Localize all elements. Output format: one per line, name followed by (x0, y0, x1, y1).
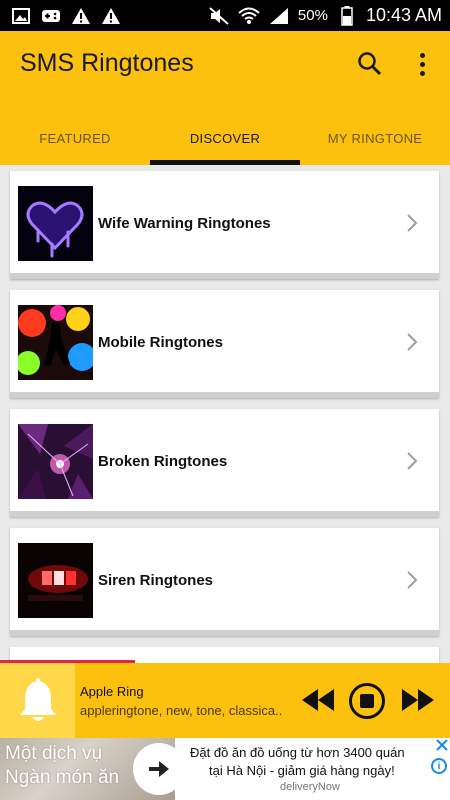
chevron-right-icon (407, 214, 418, 232)
category-thumbnail (18, 186, 93, 261)
previous-button[interactable] (300, 687, 336, 713)
battery-icon (336, 5, 358, 26)
category-card-broken[interactable]: Broken Ringtones (10, 409, 439, 517)
stop-button[interactable] (348, 682, 386, 720)
signal-icon (268, 6, 290, 26)
gamepad-icon (40, 6, 62, 26)
category-thumbnail (18, 305, 93, 380)
tab-discover[interactable]: DISCOVER (150, 111, 300, 165)
ad-open-button[interactable] (133, 743, 185, 795)
ad-advertiser: deliveryNow (280, 781, 340, 793)
more-vert-icon (419, 52, 425, 58)
warning-icon (100, 6, 122, 26)
chevron-right-icon (407, 452, 418, 470)
search-button[interactable] (355, 49, 385, 79)
now-playing-title: Apple Ring (80, 684, 144, 699)
category-label: Wife Warning Ringtones (98, 215, 271, 232)
battery-percent: 50% (297, 7, 328, 24)
category-list[interactable]: Wife Warning Ringtones Mobile Ringtones (0, 165, 450, 663)
search-icon (358, 52, 382, 76)
arrow-right-icon (149, 761, 169, 777)
app-title: SMS Ringtones (20, 49, 194, 77)
mute-icon (208, 6, 230, 26)
chevron-right-icon (407, 571, 418, 589)
bell-icon (19, 677, 56, 721)
category-label: Siren Ringtones (98, 572, 214, 589)
next-button[interactable] (400, 687, 436, 713)
clock: 10:43 AM (365, 5, 442, 25)
category-card-mobile[interactable]: Mobile Ringtones (10, 290, 439, 398)
warning-icon (70, 6, 92, 26)
stop-icon (360, 694, 374, 708)
status-bar: 50% 10:43 AM (0, 0, 450, 31)
ad-image-text: Ngàn món ăn (5, 767, 120, 788)
mini-player[interactable]: Apple Ring appleringtone, new, tone, cla… (0, 663, 450, 738)
category-thumbnail (18, 424, 93, 499)
ad-image-text: Một dịch vụ (5, 743, 103, 764)
category-label: Broken Ringtones (98, 453, 228, 470)
close-icon[interactable] (436, 739, 448, 751)
tab-bar: FEATURED DISCOVER MY RINGTONE (0, 111, 450, 165)
category-card-wife-warning[interactable]: Wife Warning Ringtones (10, 171, 439, 279)
ringtone-artwork (0, 663, 75, 738)
more-options-button[interactable] (410, 49, 434, 79)
image-icon (10, 6, 32, 26)
tab-my-ringtone[interactable]: MY RINGTONE (300, 111, 450, 165)
category-label: Mobile Ringtones (98, 334, 223, 351)
now-playing-tags: appleringtone, new, tone, classica.. (80, 703, 283, 718)
ad-banner[interactable]: Một dịch vụ Ngàn món ăn Đặt đồ ăn đồ uốn… (0, 738, 450, 800)
category-card-siren[interactable]: Siren Ringtones (10, 528, 439, 636)
ad-headline: Đặt đồ ăn đồ uống từ hơn 3400 quán (190, 745, 405, 760)
info-icon[interactable]: i (431, 758, 447, 774)
tab-featured[interactable]: FEATURED (0, 111, 150, 165)
chevron-right-icon (407, 333, 418, 351)
category-thumbnail (18, 543, 93, 618)
ad-headline: tại Hà Nội - giảm giá hàng ngày! (209, 763, 395, 778)
app-bar: SMS Ringtones FEATURED DISCOVER MY RINGT… (0, 31, 450, 165)
wifi-icon (238, 6, 260, 26)
